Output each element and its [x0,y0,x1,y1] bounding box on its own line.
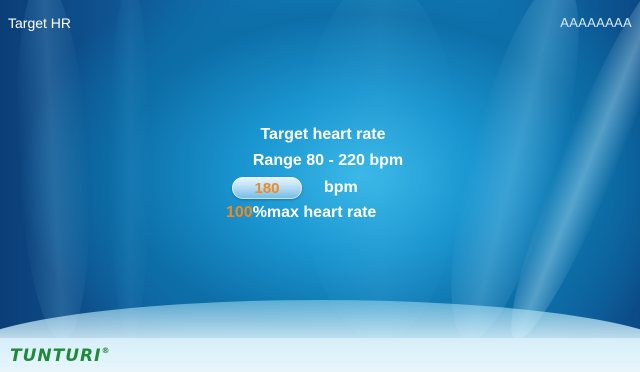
light-streak [8,0,98,340]
bpm-value-field[interactable]: 180 [232,177,302,199]
brand-logo: TUNTURI® [10,346,110,366]
bpm-unit-label: bpm [324,179,358,196]
page-title: Target HR [8,15,72,31]
percent-label: %max heart rate [252,204,377,221]
brand-name: TUNTURI [10,346,102,366]
range-text: Range 80 - 220 bpm [252,152,404,169]
trademark-symbol: ® [101,346,111,355]
screen-background: Target HR AAAAAAAA Target heart rate Ran… [0,0,640,372]
percent-value[interactable]: 100 [226,204,253,221]
bpm-row: 180 bpm [232,176,358,200]
heading: Target heart rate [260,126,386,143]
light-streak [300,0,460,340]
percent-max-hr: 100%max heart rate [226,204,376,222]
light-streak [110,0,150,340]
device-id: AAAAAAAA [560,15,632,30]
